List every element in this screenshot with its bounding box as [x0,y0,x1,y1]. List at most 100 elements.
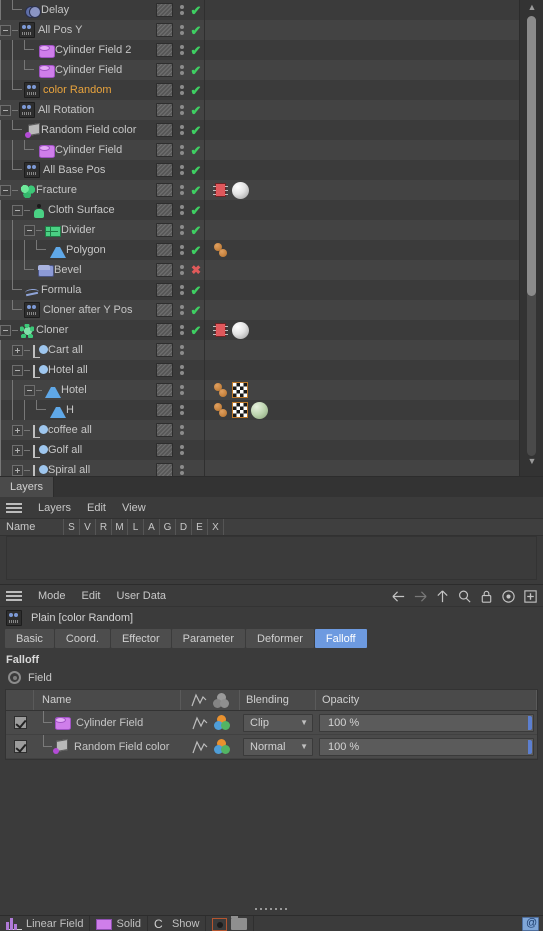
editor-visibility-dot[interactable] [180,205,184,209]
scroll-down-icon[interactable]: ▼ [520,454,543,468]
object-tree[interactable]: Delay ✔ All Pos Y ✔ Cylinder Field 2 ✔ Cylinde… [0,0,519,476]
editor-visibility-dot[interactable] [180,165,184,169]
curve-icon[interactable] [191,739,208,754]
layer-color-box[interactable] [152,243,176,257]
object-row[interactable]: Cylinder Field 2 ✔ [0,40,519,60]
render-visibility-dot[interactable] [180,371,184,375]
editor-visibility-dot[interactable] [180,5,184,9]
enable-toggle[interactable]: ✔ [188,304,204,317]
render-visibility-dot[interactable] [180,471,184,475]
collapse-icon[interactable] [0,324,11,336]
layers-body[interactable] [0,536,543,584]
scroll-up-icon[interactable]: ▲ [520,0,543,14]
rigid-body-tag[interactable] [213,182,229,198]
object-row[interactable]: Cylinder Field ✔ [0,140,519,160]
back-arrow-icon[interactable] [391,589,406,604]
render-visibility-dot[interactable] [180,291,184,295]
editor-visibility-dot[interactable] [180,425,184,429]
editor-visibility-dot[interactable] [180,265,184,269]
tab-coord[interactable]: Coord. [54,629,110,648]
object-row[interactable]: All Base Pos ✔ [0,160,519,180]
object-row[interactable]: Cloner after Y Pos ✔ [0,300,519,320]
editor-visibility-dot[interactable] [180,245,184,249]
editor-visibility-dot[interactable] [180,385,184,389]
editor-visibility-dot[interactable] [180,325,184,329]
bottom-item-show[interactable]: C Show [148,916,207,931]
visibility-dots[interactable] [176,65,188,75]
color-remap-icon[interactable] [213,715,230,730]
object-row[interactable]: All Rotation ✔ [0,100,519,120]
layer-color-box[interactable] [152,123,176,137]
tab-parameter[interactable]: Parameter [171,629,246,648]
object-row[interactable]: Cart all [0,340,519,360]
layer-color-box[interactable] [152,83,176,97]
scrollbar-thumb[interactable] [527,16,536,296]
visibility-dots[interactable] [176,45,188,55]
visibility-dots[interactable] [176,465,188,475]
enable-toggle[interactable]: ✔ [188,284,204,297]
render-visibility-dot[interactable] [180,31,184,35]
render-visibility-dot[interactable] [180,11,184,15]
visibility-dots[interactable] [176,385,188,395]
layers-column-v[interactable]: V [80,519,96,535]
layers-column-name[interactable]: Name [0,519,64,535]
render-visibility-dot[interactable] [180,311,184,315]
enable-toggle[interactable]: ✔ [188,24,204,37]
editor-visibility-dot[interactable] [180,305,184,309]
blending-dropdown[interactable]: Clip ▼ [243,713,313,732]
layer-color-box[interactable] [152,43,176,57]
menu-edit[interactable]: Edit [74,585,109,606]
render-visibility-dot[interactable] [180,231,184,235]
enable-toggle[interactable]: ✔ [188,124,204,137]
object-row[interactable]: coffee all [0,420,519,440]
menu-layers[interactable]: Layers [30,497,79,518]
tab-falloff[interactable]: Falloff [314,629,367,648]
enable-toggle[interactable]: ✔ [188,224,204,237]
tab-layers[interactable]: Layers [0,477,55,497]
layer-color-box[interactable] [152,183,176,197]
object-tree-scrollbar[interactable]: ▲ ▼ [519,0,543,476]
collapse-icon[interactable] [0,24,11,36]
lock-icon[interactable] [479,589,494,604]
panel-resize-grip[interactable] [0,905,543,913]
opacity-slider[interactable]: 100 % [319,713,534,732]
enable-toggle[interactable]: ✔ [188,184,204,197]
forward-arrow-icon[interactable] [413,589,428,604]
menu-edit[interactable]: Edit [79,497,114,518]
object-row[interactable]: H [0,400,519,420]
layer-color-box[interactable] [152,403,176,417]
visibility-dots[interactable] [176,325,188,335]
up-arrow-icon[interactable] [435,589,450,604]
expand-icon[interactable] [12,424,23,436]
layer-color-box[interactable] [152,383,176,397]
layers-column-a[interactable]: A [144,519,160,535]
layer-color-box[interactable] [152,223,176,237]
visibility-dots[interactable] [176,205,188,215]
slider-handle[interactable] [528,715,532,730]
rigid-body-tag[interactable] [213,322,229,338]
editor-visibility-dot[interactable] [180,405,184,409]
editor-visibility-dot[interactable] [180,285,184,289]
layer-color-box[interactable] [152,463,176,476]
at-icon[interactable] [522,917,539,931]
object-row[interactable]: Formula ✔ [0,280,519,300]
enable-toggle[interactable]: ✔ [188,204,204,217]
render-visibility-dot[interactable] [180,271,184,275]
checkbox-icon[interactable] [13,716,27,729]
visibility-dots[interactable] [176,105,188,115]
enable-toggle[interactable]: ✔ [188,164,204,177]
field-row[interactable]: Random Field color Normal ▼ 100 % [6,734,537,759]
dynamics-tag[interactable] [213,402,229,418]
falloff-mode-row[interactable]: Field [0,669,543,689]
layers-column-x[interactable]: X [208,519,224,535]
visibility-dots[interactable] [176,445,188,455]
layers-column-e[interactable]: E [192,519,208,535]
layer-color-box[interactable] [152,263,176,277]
bottom-item-linear-field[interactable]: Linear Field [0,916,91,931]
object-row[interactable]: color Random ✔ [0,80,519,100]
visibility-dots[interactable] [176,285,188,295]
render-visibility-dot[interactable] [180,71,184,75]
menu-view[interactable]: View [114,497,154,518]
object-row[interactable]: Hotel [0,380,519,400]
layers-column-g[interactable]: G [160,519,176,535]
